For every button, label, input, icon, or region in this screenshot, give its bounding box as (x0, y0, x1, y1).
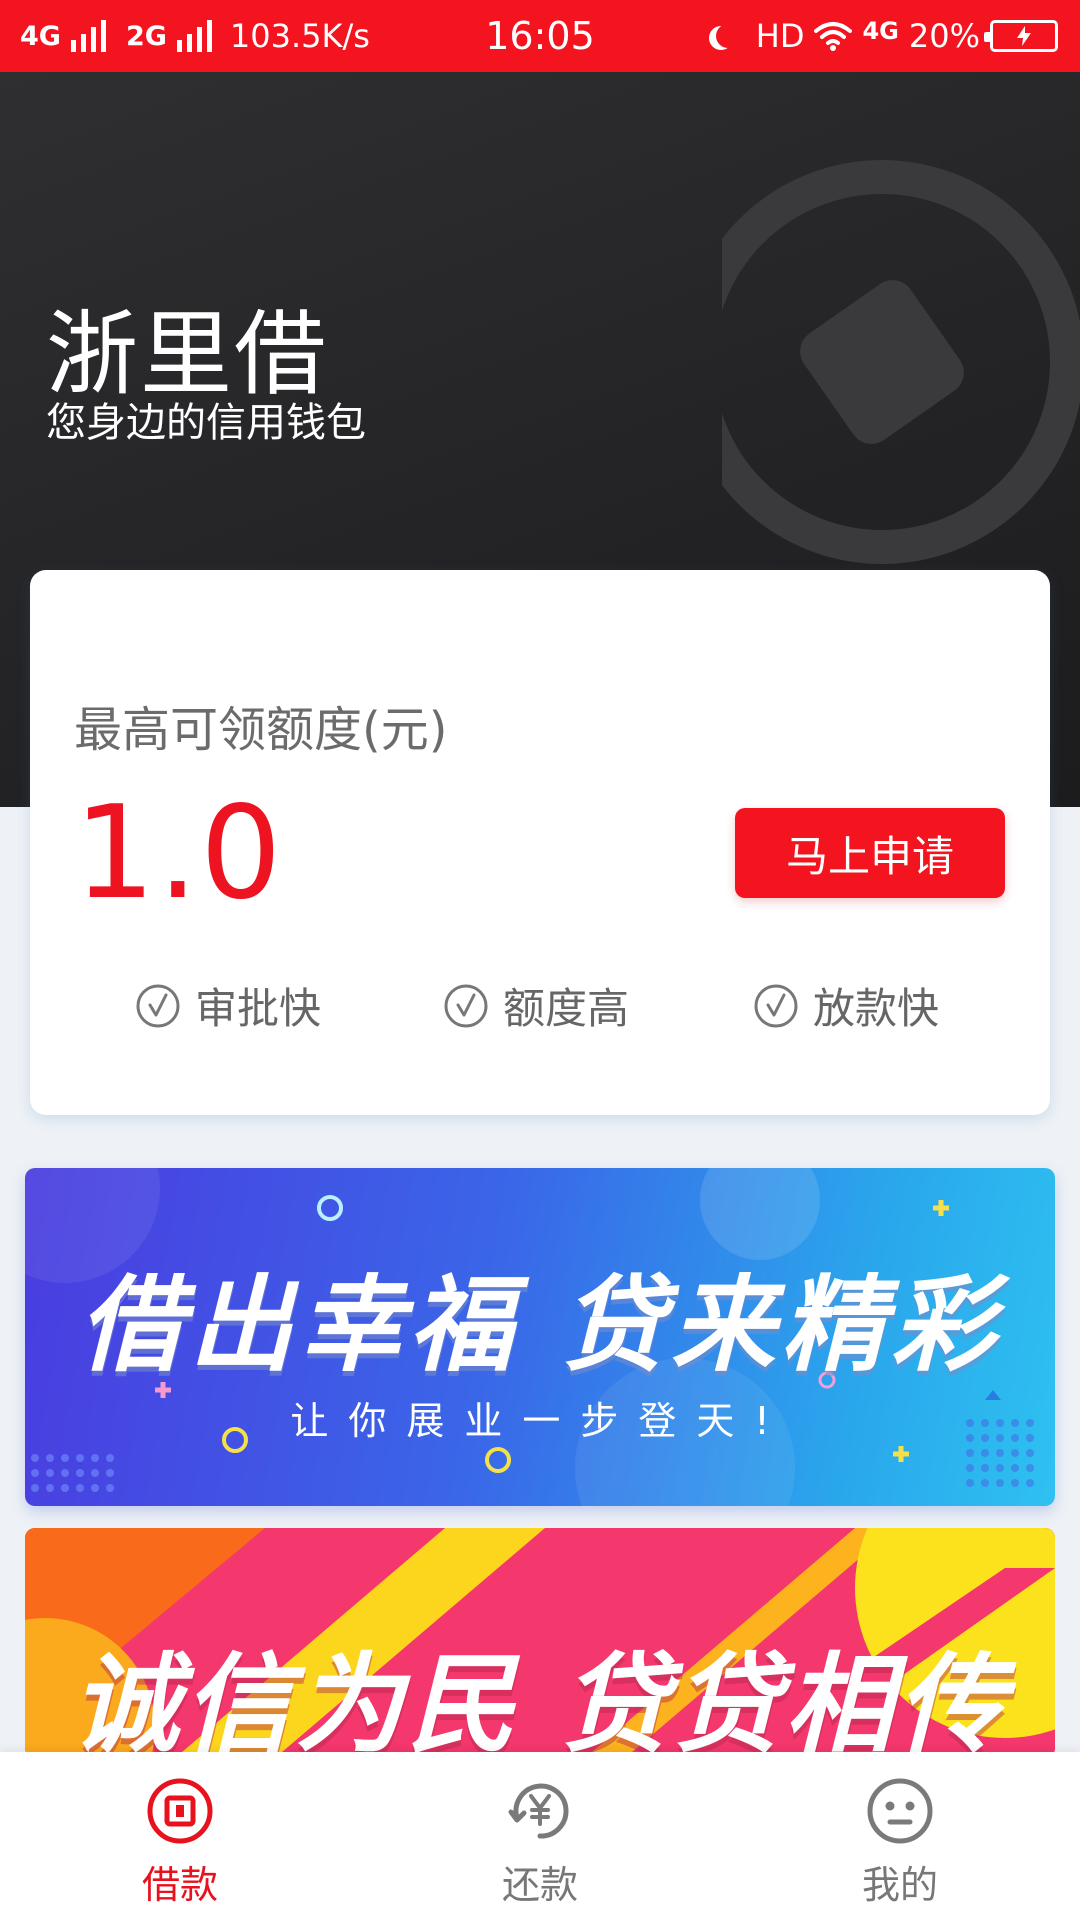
wifi-icon (814, 22, 853, 51)
check-circle-icon (444, 984, 488, 1027)
feature-item: 额度高 (443, 975, 629, 1036)
banner-1-title: 借出幸福 贷来精彩 (78, 1264, 1002, 1386)
battery-icon (984, 20, 1058, 52)
coin-watermark-icon (722, 160, 1080, 564)
repay-yuan-icon (508, 1783, 569, 1839)
limit-amount: 1.0 (74, 779, 284, 928)
app-screen: 4G 2G 103.5K/s 16:05 HD 4G 20% 浙里借 您身边的信… (0, 0, 1080, 1920)
do-not-disturb-moon-icon (716, 24, 740, 48)
banner-1-subtitle: 让你展业一步登天! (290, 1399, 790, 1443)
loan-icon (147, 1778, 213, 1844)
promo-banner-1[interactable]: 借出幸福 贷来精彩 让你展业一步登天! (25, 1168, 1055, 1506)
banner-2-title: 诚信为民 贷贷相传 (71, 1643, 1009, 1758)
check-circle-icon (136, 984, 180, 1027)
check-circle-icon (754, 984, 798, 1027)
promo-banner-2[interactable]: 诚信为民 贷贷相传 (25, 1528, 1055, 1758)
feature-label: 额度高 (503, 984, 630, 1033)
network-type-2: 2G (125, 20, 167, 52)
bottom-nav: 借款 还款 我的 (0, 1752, 1080, 1920)
signal-icon (70, 20, 106, 52)
feature-label: 审批快 (195, 984, 322, 1033)
app-slogan: 您身边的信用钱包 (46, 400, 366, 446)
battery-percent: 20% (908, 17, 980, 55)
feature-label: 放款快 (813, 984, 940, 1033)
apply-now-button[interactable]: 马上申请 (735, 808, 1005, 898)
status-bar: 4G 2G 103.5K/s 16:05 HD 4G 20% (0, 0, 1080, 72)
profile-face-icon (867, 1778, 933, 1844)
feature-item: 审批快 (135, 975, 321, 1036)
limit-label: 最高可领额度(元) (74, 702, 448, 758)
feature-list: 审批快 额度高 放款快 (30, 975, 1050, 1035)
hd-indicator: HD (755, 17, 805, 55)
nav-item-repay[interactable]: 还款 (420, 1752, 660, 1920)
nav-label: 还款 (501, 1863, 578, 1907)
network-speed: 103.5K/s (229, 17, 370, 55)
feature-item: 放款快 (753, 975, 939, 1036)
network-type-1: 4G (20, 20, 61, 52)
signal-icon (176, 20, 212, 52)
data-network-indicator: 4G (862, 17, 899, 45)
status-left: 4G 2G 103.5K/s (20, 17, 370, 55)
credit-limit-card: 最高可领额度(元) 1.0 马上申请 审批快 额度高 放款快 (30, 570, 1050, 1115)
nav-item-loan[interactable]: 借款 (60, 1752, 300, 1920)
clock-time: 16:05 (485, 14, 595, 58)
nav-label: 借款 (141, 1863, 218, 1907)
status-right: HD 4G 20% (708, 17, 1058, 55)
nav-item-profile[interactable]: 我的 (780, 1752, 1020, 1920)
nav-label: 我的 (861, 1863, 938, 1907)
